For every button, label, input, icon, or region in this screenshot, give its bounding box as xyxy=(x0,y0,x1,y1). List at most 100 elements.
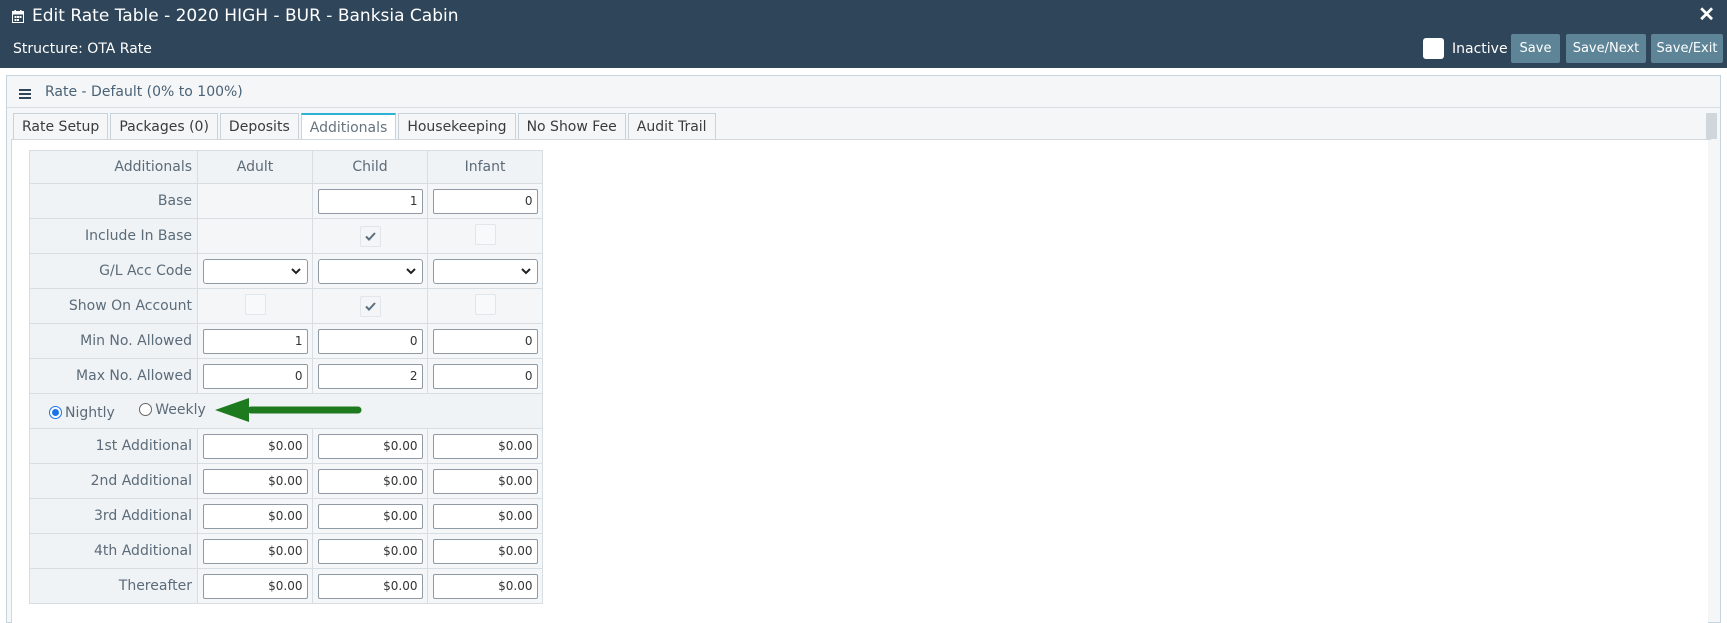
panel-title: Rate - Default (0% to 100%) xyxy=(45,83,243,100)
row-label-include-in-base: Include In Base xyxy=(29,218,198,254)
table-row: Include In Base xyxy=(29,218,543,254)
1st-adult-input[interactable]: $0.00 xyxy=(202,433,308,459)
base-adult-cell xyxy=(197,183,313,219)
nightly-radio[interactable] xyxy=(49,406,62,419)
save-exit-button[interactable]: Save/Exit xyxy=(1651,34,1723,63)
chevron-down-icon xyxy=(405,267,416,274)
table-row: 2nd Additional $0.00 $0.00 $0.00 xyxy=(29,463,543,499)
max-adult-input[interactable]: 0 xyxy=(202,363,308,389)
base-child-cell: 1 xyxy=(312,183,428,219)
header-row: Additionals Adult Child Infant xyxy=(29,150,543,184)
weekly-option[interactable]: Weekly xyxy=(139,402,206,418)
show-adult-checkbox[interactable] xyxy=(244,293,266,315)
additionals-content: Additionals Adult Child Infant Base 1 0 … xyxy=(11,140,1708,623)
close-icon[interactable]: ✕ xyxy=(1698,4,1715,26)
menu-icon[interactable] xyxy=(19,88,31,99)
scrollbar[interactable] xyxy=(1706,113,1717,139)
gl-child-select[interactable] xyxy=(317,258,423,284)
thereafter-adult-input[interactable]: $0.00 xyxy=(202,573,308,599)
title-bar: Edit Rate Table - 2020 HIGH - BUR - Bank… xyxy=(0,0,1727,68)
tab-additionals[interactable]: Additionals xyxy=(300,113,397,141)
2nd-infant-input[interactable]: $0.00 xyxy=(432,468,538,494)
tab-audit-trail[interactable]: Audit Trail xyxy=(627,113,716,139)
panel-header[interactable]: Rate - Default (0% to 100%) xyxy=(7,76,1720,108)
chevron-down-icon xyxy=(290,267,301,274)
weekly-radio[interactable] xyxy=(139,403,153,416)
column-header-infant: Infant xyxy=(427,150,543,184)
include-infant-cell xyxy=(427,218,543,254)
column-header-adult: Adult xyxy=(197,150,313,184)
include-child-cell xyxy=(312,218,428,254)
table-row: Show On Account xyxy=(29,288,543,324)
row-label-min-allowed: Min No. Allowed xyxy=(29,323,198,359)
pointer-arrow-icon xyxy=(215,398,362,422)
max-child-input[interactable]: 2 xyxy=(317,363,423,389)
additionals-table: Additionals Adult Child Infant Base 1 0 … xyxy=(29,150,543,604)
4th-infant-input[interactable]: $0.00 xyxy=(432,538,538,564)
row-label-1st-additional: 1st Additional xyxy=(29,428,198,464)
chevron-down-icon xyxy=(520,267,531,274)
3rd-adult-input[interactable]: $0.00 xyxy=(202,503,308,529)
thereafter-child-input[interactable]: $0.00 xyxy=(317,573,423,599)
min-adult-input[interactable]: 1 xyxy=(202,328,308,354)
row-label-base: Base xyxy=(29,183,198,219)
table-row: Thereafter $0.00 $0.00 $0.00 xyxy=(29,568,543,604)
4th-adult-input[interactable]: $0.00 xyxy=(202,538,308,564)
min-child-input[interactable]: 0 xyxy=(317,328,423,354)
calendar-icon xyxy=(12,9,24,23)
weekly-label: Weekly xyxy=(155,401,206,418)
1st-infant-input[interactable]: $0.00 xyxy=(432,433,538,459)
tab-rate-setup[interactable]: Rate Setup xyxy=(13,113,109,139)
title-row: Edit Rate Table - 2020 HIGH - BUR - Bank… xyxy=(12,4,459,28)
nightly-option[interactable]: Nightly xyxy=(49,405,115,421)
row-label-thereafter: Thereafter xyxy=(29,568,198,604)
check-icon xyxy=(364,301,376,311)
table-row: Base 1 0 xyxy=(29,183,543,219)
save-next-button[interactable]: Save/Next xyxy=(1566,34,1646,63)
2nd-child-input[interactable]: $0.00 xyxy=(317,468,423,494)
tab-housekeeping[interactable]: Housekeeping xyxy=(398,113,516,139)
min-infant-input[interactable]: 0 xyxy=(432,328,538,354)
frequency-cell: Nightly Weekly xyxy=(29,393,543,429)
2nd-adult-input[interactable]: $0.00 xyxy=(202,468,308,494)
save-button[interactable]: Save xyxy=(1511,34,1560,63)
row-label-gl-acc-code: G/L Acc Code xyxy=(29,253,198,289)
row-label-3rd-additional: 3rd Additional xyxy=(29,498,198,534)
tab-packages[interactable]: Packages (0) xyxy=(110,113,218,139)
nightly-label: Nightly xyxy=(65,404,115,421)
inactive-label: Inactive xyxy=(1452,40,1508,57)
3rd-child-input[interactable]: $0.00 xyxy=(317,503,423,529)
gl-infant-select[interactable] xyxy=(432,258,538,284)
4th-child-input[interactable]: $0.00 xyxy=(317,538,423,564)
window-title: Edit Rate Table - 2020 HIGH - BUR - Bank… xyxy=(32,6,459,26)
include-child-checkbox[interactable] xyxy=(359,225,381,247)
thereafter-infant-input[interactable]: $0.00 xyxy=(432,573,538,599)
column-header-additionals: Additionals xyxy=(29,150,198,184)
rate-panel: Rate - Default (0% to 100%) Rate Setup P… xyxy=(6,75,1721,623)
tab-deposits[interactable]: Deposits xyxy=(219,113,299,139)
table-row: 1st Additional $0.00 $0.00 $0.00 xyxy=(29,428,543,464)
inactive-checkbox[interactable] xyxy=(1423,38,1444,59)
frequency-row: Nightly Weekly xyxy=(29,393,543,429)
tab-no-show-fee[interactable]: No Show Fee xyxy=(517,113,626,139)
tab-bar: Rate Setup Packages (0) Deposits Additio… xyxy=(13,113,718,141)
inactive-toggle[interactable]: Inactive xyxy=(1423,38,1508,59)
table-row: G/L Acc Code xyxy=(29,253,543,289)
table-row: 3rd Additional $0.00 $0.00 $0.00 xyxy=(29,498,543,534)
include-adult-cell xyxy=(197,218,313,254)
base-infant-input[interactable]: 0 xyxy=(432,188,538,214)
show-child-checkbox[interactable] xyxy=(359,295,381,317)
row-label-2nd-additional: 2nd Additional xyxy=(29,463,198,499)
row-label-4th-additional: 4th Additional xyxy=(29,533,198,569)
row-label-show-on-account: Show On Account xyxy=(29,288,198,324)
table-row: Min No. Allowed 1 0 0 xyxy=(29,323,543,359)
3rd-infant-input[interactable]: $0.00 xyxy=(432,503,538,529)
1st-child-input[interactable]: $0.00 xyxy=(317,433,423,459)
show-infant-checkbox[interactable] xyxy=(474,293,496,315)
base-child-input[interactable]: 1 xyxy=(317,188,423,214)
column-header-child: Child xyxy=(312,150,428,184)
check-icon xyxy=(364,231,376,241)
include-infant-checkbox[interactable] xyxy=(474,223,496,245)
max-infant-input[interactable]: 0 xyxy=(432,363,538,389)
gl-adult-select[interactable] xyxy=(202,258,308,284)
